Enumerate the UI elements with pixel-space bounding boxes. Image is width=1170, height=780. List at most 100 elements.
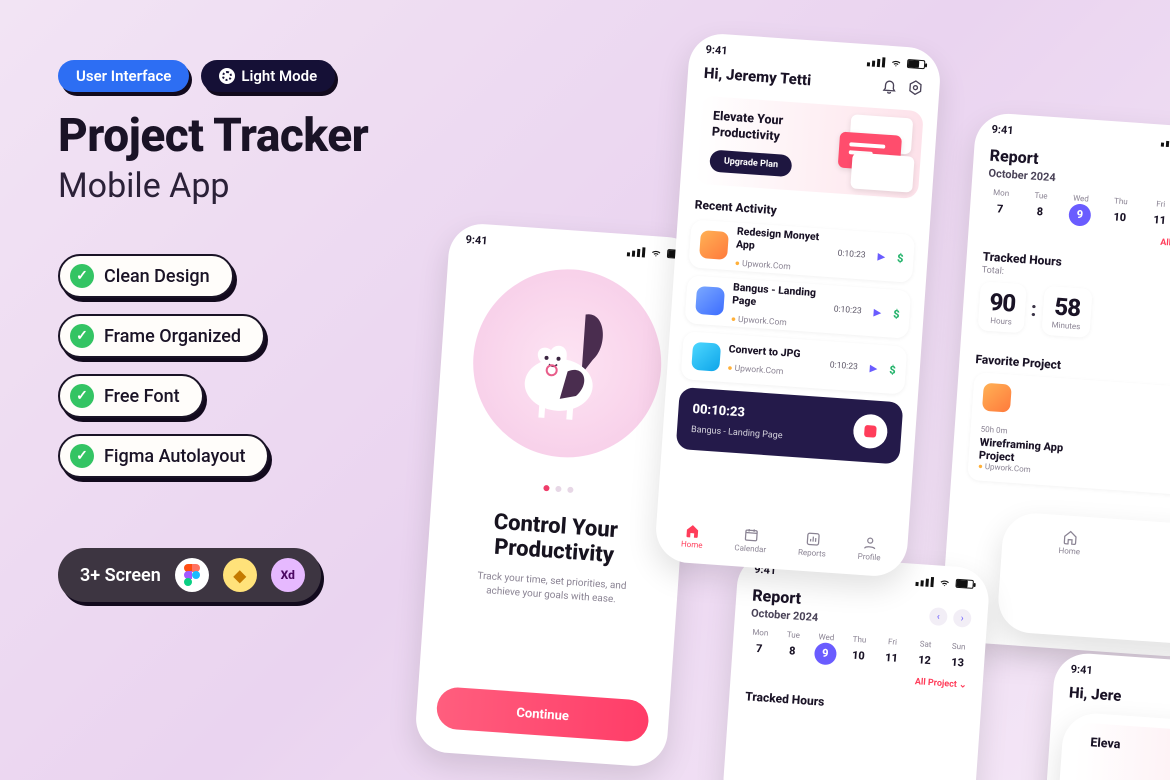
settings-icon[interactable] — [907, 79, 924, 96]
cash-icon: $ — [889, 363, 896, 376]
day-item[interactable]: Mon7 — [981, 187, 1019, 221]
stop-button[interactable] — [852, 413, 888, 449]
project-icon — [982, 382, 1012, 412]
day-item[interactable]: Sun13 — [942, 641, 973, 674]
day-item[interactable]: Thu10 — [843, 634, 874, 667]
day-item-selected[interactable]: Wed9 — [810, 632, 841, 665]
activity-title: Bangus - Landing Page — [732, 280, 828, 312]
onboarding-subtitle: Track your time, set priorities, and ach… — [425, 566, 678, 612]
wifi-icon — [890, 57, 903, 68]
play-icon[interactable]: ▶ — [869, 363, 877, 375]
report-screen-partial: 9:41 Report ‹› October 2024 Mon7 Tue8 We… — [721, 552, 991, 780]
onboarding-title: Control YourProductivity — [427, 505, 682, 573]
activity-time: 0:10:23 — [829, 360, 858, 372]
play-icon[interactable]: ▶ — [877, 251, 885, 263]
upgrade-button[interactable]: Upgrade Plan — [709, 150, 793, 178]
tab-home[interactable]: Home — [1058, 529, 1081, 556]
cash-icon: $ — [893, 307, 900, 320]
project-icon — [695, 286, 725, 316]
greeting: Hi, Jere — [1068, 683, 1121, 705]
continue-button[interactable]: Continue — [435, 686, 649, 743]
play-icon[interactable]: ▶ — [873, 307, 881, 319]
badge-ui: User Interface — [58, 60, 189, 92]
tab-home[interactable]: Home — [681, 522, 704, 549]
activity-row[interactable]: Bangus - Landing PageUpwork.Com 0:10:23 … — [684, 275, 911, 339]
next-month-button[interactable]: › — [953, 609, 972, 628]
day-item[interactable]: Mon7 — [744, 627, 775, 660]
badge-mode: Light Mode — [201, 60, 335, 92]
feature-label: Figma Autolayout — [104, 446, 245, 467]
promo-card: Elevate Your Productivity Upgrade Plan — [694, 96, 924, 199]
product-subtitle: Mobile App — [58, 166, 488, 206]
project-icon — [699, 230, 729, 260]
page-indicator — [432, 468, 685, 505]
day-item[interactable]: Fri11 — [1141, 198, 1170, 232]
day-item[interactable]: Thu10 — [1101, 196, 1139, 230]
cash-icon: $ — [897, 251, 904, 264]
badge-mode-label: Light Mode — [241, 67, 317, 85]
signal-icon — [915, 575, 934, 586]
status-time: 9:41 — [991, 123, 1014, 138]
prev-month-button[interactable]: ‹ — [929, 607, 948, 626]
status-time: 9:41 — [705, 43, 728, 58]
activity-source: Upwork.Com — [727, 363, 784, 377]
screen-count-label: 3+ Screen — [80, 565, 161, 586]
signal-icon — [867, 56, 886, 67]
day-item-selected[interactable]: Wed9 — [1061, 193, 1099, 227]
feature-label: Clean Design — [104, 266, 210, 287]
check-icon: ✓ — [70, 324, 94, 348]
status-time: 9:41 — [1070, 662, 1093, 677]
feature-item: ✓ Frame Organized — [58, 314, 265, 358]
promo-line1: Eleva — [1090, 735, 1170, 764]
day-item[interactable]: Tue8 — [777, 629, 808, 662]
month-nav: ‹› — [929, 607, 972, 628]
status-bar: 9:41 — [449, 222, 702, 267]
activity-title: Convert to JPG — [728, 342, 823, 362]
bell-icon[interactable] — [881, 77, 898, 94]
battery-icon — [907, 59, 926, 69]
favorite-project-card[interactable]: 50h 0m Wireframing AppProject Upwork.Com — [967, 372, 1170, 496]
tab-calendar[interactable]: Calendar — [734, 526, 767, 554]
greeting: Hi, Jeremy Tetti — [703, 64, 811, 89]
activity-source: Upwork.Com — [731, 314, 788, 328]
promo-partial: Eleva — [1056, 711, 1170, 780]
signal-icon — [1161, 136, 1170, 147]
day-item[interactable]: Sat12 — [909, 639, 940, 672]
signal-icon — [627, 246, 646, 257]
feature-label: Free Font — [104, 386, 180, 407]
feature-list: ✓Clean Design ✓Frame Organized ✓Free Fon… — [58, 254, 488, 478]
feature-item: ✓Clean Design — [58, 254, 234, 298]
check-icon: ✓ — [70, 444, 94, 468]
sketch-icon: ◆ — [223, 558, 257, 592]
home-screen: 9:41 Hi, Jeremy Tetti Elevate Your Produ… — [654, 32, 942, 578]
tab-bar: Home Calendar Reports Profile — [654, 515, 908, 570]
day-item[interactable]: Fri11 — [876, 636, 907, 669]
status-time: 9:41 — [465, 233, 488, 248]
project-icon — [691, 342, 721, 372]
wifi-icon — [938, 577, 951, 588]
now-tracking-player[interactable]: 00:10:23Bangus - Landing Page — [676, 387, 904, 464]
favorite-hours: 50h 0m — [980, 424, 1007, 435]
light-mode-icon — [219, 68, 235, 84]
check-icon: ✓ — [70, 384, 94, 408]
activity-time: 0:10:23 — [833, 305, 862, 317]
feature-item: ✓ Free Font — [58, 374, 204, 418]
screen-count-pill: 3+ Screen ◆ Xd — [58, 548, 321, 602]
battery-icon — [955, 579, 974, 589]
hours-box: 90Hours — [978, 281, 1027, 333]
activity-row[interactable]: Convert to JPGUpwork.Com 0:10:23 ▶ $ — [681, 331, 908, 395]
player-project: Bangus - Landing Page — [691, 425, 783, 441]
wifi-icon — [650, 247, 663, 258]
xd-icon: Xd — [271, 558, 305, 592]
feature-item: ✓ Figma Autolayout — [58, 434, 269, 478]
feature-label: Frame Organized — [104, 326, 241, 347]
tab-bar: Home Calendar — [1001, 511, 1170, 575]
tab-reports[interactable]: Reports — [798, 531, 828, 559]
day-item[interactable]: Tue8 — [1021, 190, 1059, 224]
activity-title: Redesign Monyet App — [736, 224, 832, 256]
activity-time: 0:10:23 — [837, 249, 866, 261]
product-title: Project Tracker — [58, 112, 488, 160]
tabbar-partial-screen: Home Calendar — [996, 511, 1170, 649]
onboarding-illustration — [467, 263, 668, 464]
tab-profile[interactable]: Profile — [857, 535, 882, 563]
